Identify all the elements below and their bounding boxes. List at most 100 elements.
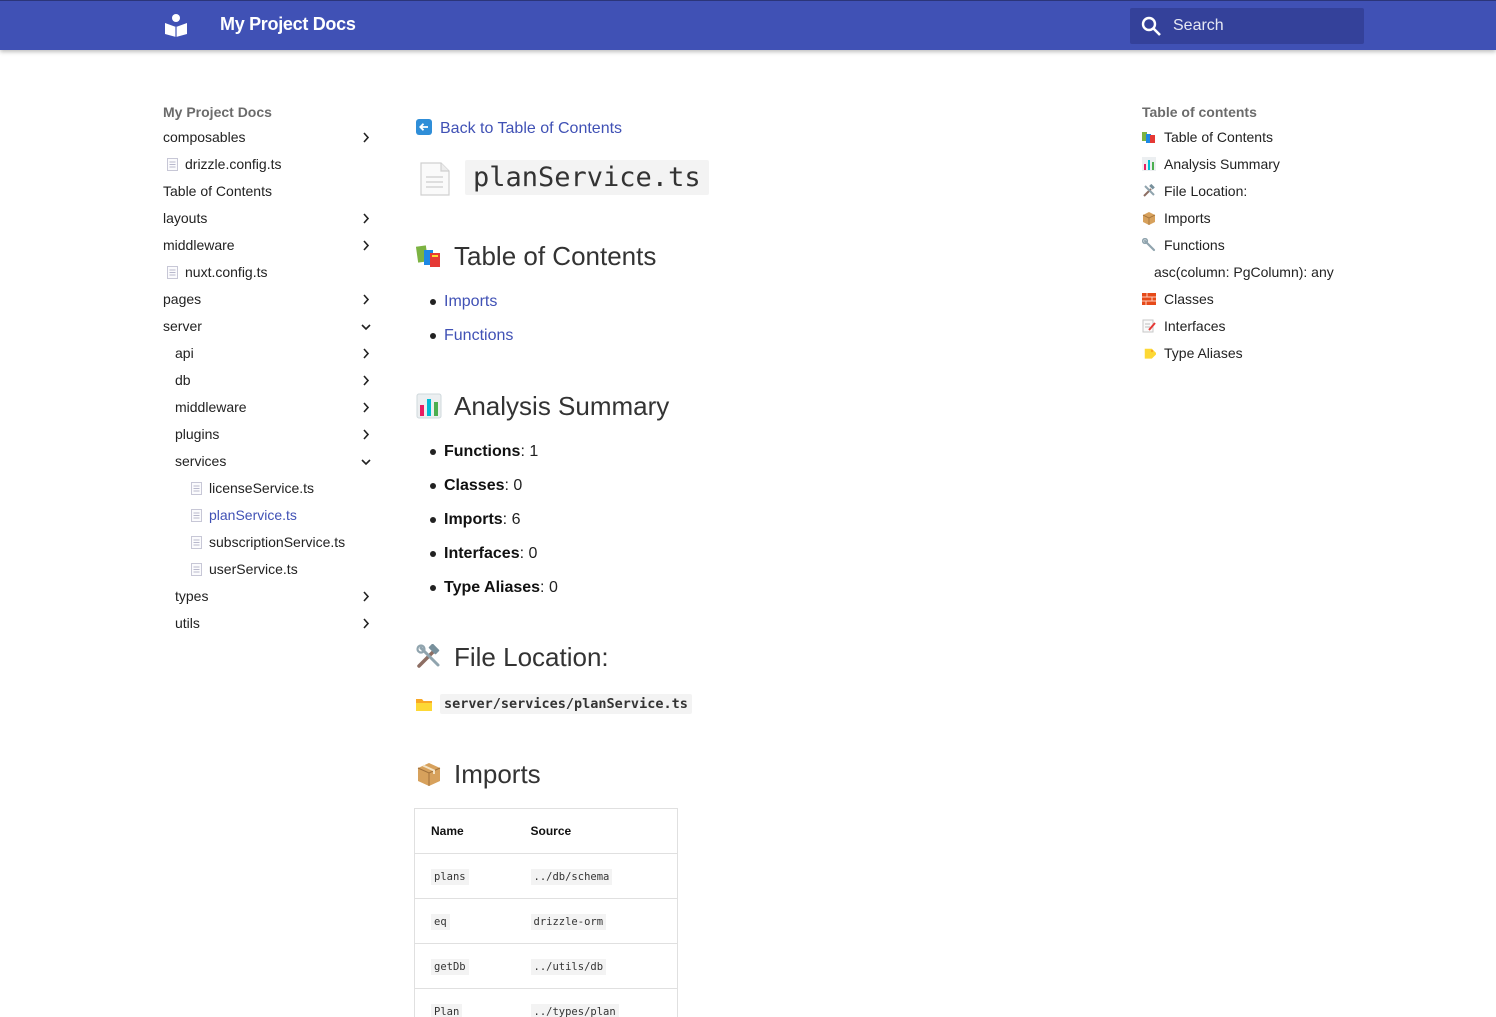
nav-item-services[interactable]: services (163, 448, 378, 475)
nav-item-plan-service[interactable]: planService.ts (163, 502, 378, 529)
nav-item-nuxt-config[interactable]: nuxt.config.ts (163, 259, 378, 286)
toc-item-label: Interfaces (1164, 318, 1226, 334)
summary-item-interfaces: Interfaces: 0 (430, 543, 558, 577)
package-icon (1142, 212, 1156, 225)
import-name: getDb (431, 959, 469, 975)
toc-item-table-of-contents[interactable]: Table of Contents (1142, 124, 1372, 151)
nav-item-middleware[interactable]: middleware (163, 232, 378, 259)
table-cell: plans (414, 853, 515, 899)
toc-link-functions[interactable]: Functions (444, 327, 513, 344)
nav-item-db[interactable]: db (163, 367, 378, 394)
import-source: ../db/schema (530, 869, 613, 885)
file-path-code: server/services/planService.ts (440, 694, 692, 714)
toc-item-type-aliases[interactable]: Type Aliases (1142, 340, 1372, 367)
nav-item-composables[interactable]: composables (163, 124, 378, 151)
nav-item-utils[interactable]: utils (163, 610, 378, 637)
page-facing-up-icon (420, 162, 450, 196)
column-header-name: Name (431, 824, 464, 838)
summary-label: Interfaces (444, 545, 520, 562)
header-border (0, 0, 1496, 1)
toc-list: Imports Functions (430, 291, 513, 359)
file-icon (167, 266, 178, 279)
table-cell: ../utils/db (514, 943, 678, 989)
toc-item-label: Table of Contents (1164, 129, 1273, 145)
label-tag-icon (1144, 348, 1156, 359)
file-icon (191, 482, 202, 495)
toc-item-label: Analysis Summary (1164, 156, 1280, 172)
nav-item-layouts[interactable]: layouts (163, 205, 378, 232)
toc-item-label: File Location: (1164, 183, 1248, 199)
bricks-icon (1142, 293, 1156, 305)
nav-item-license-service[interactable]: licenseService.ts (163, 475, 378, 502)
toc-sidebar-title: Table of contents (1142, 104, 1257, 120)
summary-item-classes: Classes: 0 (430, 475, 558, 509)
toc-item-classes[interactable]: Classes (1142, 286, 1372, 313)
file-icon (191, 536, 202, 549)
toc-item-analysis-summary[interactable]: Analysis Summary (1142, 151, 1372, 178)
nav-item-subscription-service[interactable]: subscriptionService.ts (163, 529, 378, 556)
imports-table: Name Source plans ../db/schema eq drizzl… (414, 808, 678, 1017)
file-location-heading: File Location: (416, 641, 609, 673)
toc-item-imports[interactable]: Imports (1142, 205, 1372, 232)
nav-item-pages[interactable]: pages (163, 286, 378, 313)
imports-heading-text: Imports (454, 759, 541, 789)
search-box[interactable] (1130, 8, 1364, 44)
nav-item-label: server (163, 318, 202, 334)
nav-item-server-middleware[interactable]: middleware (163, 394, 378, 421)
toc-item-functions[interactable]: Functions (1142, 232, 1372, 259)
nav-item-table-of-contents[interactable]: Table of Contents (163, 178, 378, 205)
site-title[interactable]: My Project Docs (220, 14, 356, 35)
import-name: plans (431, 869, 469, 885)
toc-item-label: Functions (1164, 237, 1225, 253)
nav-item-label: composables (163, 129, 246, 145)
imports-heading: Imports (416, 758, 541, 790)
summary-label: Imports (444, 511, 503, 528)
analysis-summary-heading: Analysis Summary (416, 390, 669, 422)
table-cell: getDb (414, 943, 515, 989)
analysis-summary-heading-text: Analysis Summary (454, 391, 670, 421)
nav-item-label: subscriptionService.ts (209, 534, 346, 550)
toc-item-interfaces[interactable]: Interfaces (1142, 313, 1372, 340)
table-row: getDb ../utils/db (414, 943, 678, 989)
chevron-right-icon (363, 213, 369, 224)
toc-item-asc-function[interactable]: asc(column: PgColumn): any (1142, 259, 1372, 286)
summary-label: Functions (444, 443, 521, 460)
nav-item-types[interactable]: types (163, 583, 378, 610)
summary-value: : 0 (504, 477, 523, 494)
nav-item-plugins[interactable]: plugins (163, 421, 378, 448)
toc-item-file-location[interactable]: File Location: (1142, 178, 1372, 205)
nav-item-drizzle-config[interactable]: drizzle.config.ts (163, 151, 378, 178)
table-cell: Plan (414, 988, 515, 1017)
search-input[interactable] (1173, 8, 1358, 44)
nav-item-label: utils (175, 615, 200, 631)
import-name: eq (431, 914, 450, 930)
chevron-right-icon (363, 591, 369, 602)
chevron-right-icon (363, 294, 369, 305)
page-title-code: planService.ts (465, 160, 709, 195)
nav-item-label: services (175, 453, 227, 469)
chevron-right-icon (363, 402, 369, 413)
back-to-toc-link[interactable]: Back to Table of Contents (416, 118, 622, 140)
nav-item-label: middleware (163, 237, 235, 253)
file-icon (191, 509, 202, 522)
toc-item-label: Type Aliases (1164, 345, 1243, 361)
book-logo-icon[interactable] (163, 13, 189, 37)
list-item: Imports (430, 291, 513, 325)
nav-item-label: drizzle.config.ts (185, 156, 282, 172)
nav-item-label: userService.ts (209, 561, 298, 577)
table-cell: ../db/schema (514, 853, 678, 899)
chevron-right-icon (363, 429, 369, 440)
chevron-down-icon (361, 324, 371, 330)
nav-item-server[interactable]: server (163, 313, 378, 340)
summary-item-functions: Functions: 1 (430, 441, 558, 475)
import-source: ../types/plan (530, 1004, 619, 1017)
nav-item-label: plugins (175, 426, 220, 442)
summary-value: : 0 (540, 579, 558, 596)
bar-chart-icon (1142, 157, 1156, 171)
toc-link-imports[interactable]: Imports (444, 293, 497, 310)
folder-icon (416, 699, 432, 711)
nav-item-api[interactable]: api (163, 340, 378, 367)
import-name: Plan (431, 1004, 463, 1017)
nav-item-user-service[interactable]: userService.ts (163, 556, 378, 583)
nav-item-label: licenseService.ts (209, 480, 315, 496)
